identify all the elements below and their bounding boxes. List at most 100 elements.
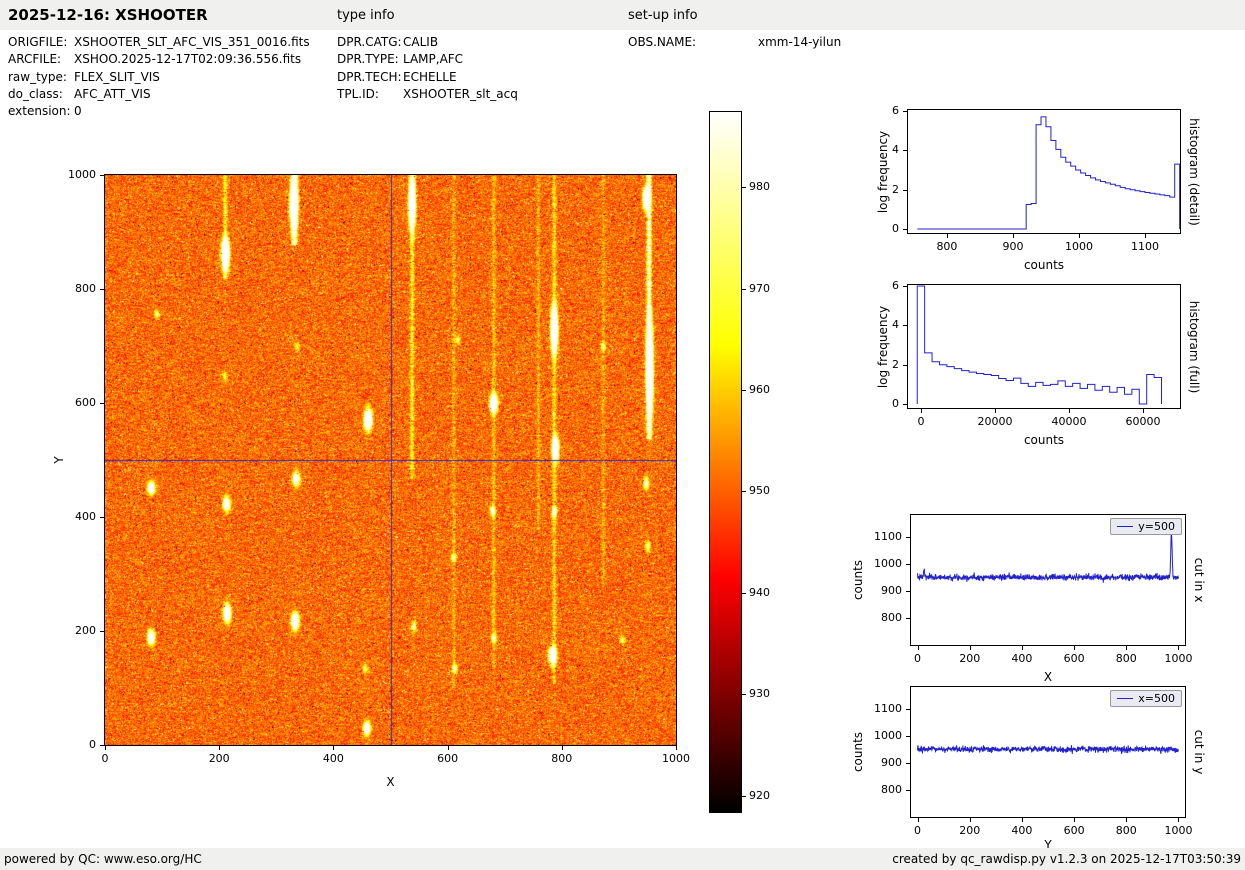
y-tick-mark (903, 365, 907, 366)
colorbar-tick-label: 980 (749, 180, 785, 193)
x-tick-label: 40000 (1039, 415, 1099, 428)
x-tick-mark (1013, 234, 1014, 238)
legend-line-sample (1117, 526, 1133, 527)
data-line-svg (911, 515, 1185, 645)
colorbar-tick-mark (742, 289, 746, 290)
info-label-raw-type: raw_type: (8, 70, 67, 84)
y-tick-mark (100, 289, 104, 290)
cut-in-y-plot: 0200400600800100080090010001100Ycountscu… (0, 0, 1245, 870)
footer-credit-right: created by qc_rawdisp.py v1.2.3 on 2025-… (892, 852, 1241, 866)
x-tick-label: 1000 (1148, 652, 1208, 665)
y-tick-label: 800 (52, 282, 96, 295)
y-tick-mark (906, 736, 910, 737)
cut-in-x-plot: 0200400600800100080090010001100Xcountscu… (0, 0, 1245, 870)
x-tick-mark (1126, 646, 1127, 650)
x-tick-mark (219, 746, 220, 750)
y-tick-label: 1100 (858, 530, 902, 543)
y-tick-mark (903, 111, 907, 112)
y-tick-label: 400 (52, 510, 96, 523)
x-tick-mark (1022, 818, 1023, 822)
x-tick-mark (1074, 646, 1075, 650)
x-axis-label: X (351, 775, 431, 789)
x-tick-mark (1143, 409, 1144, 413)
y-axis-label: Y (52, 456, 66, 463)
plot-frame (907, 284, 1181, 409)
info-value-dpr-tech: ECHELLE (403, 70, 457, 84)
footer-bar: powered by QC: www.eso.org/HC created by… (0, 848, 1245, 870)
info-value-obs-name: xmm-14-yilun (758, 35, 841, 49)
x-tick-mark (1074, 818, 1075, 822)
legend-line-sample (1117, 698, 1133, 699)
x-tick-label: 0 (888, 652, 948, 665)
y-tick-label: 0 (52, 738, 96, 751)
x-tick-mark (1022, 646, 1023, 650)
y-tick-label: 1100 (858, 702, 902, 715)
y-tick-mark (906, 763, 910, 764)
footer-credit-left: powered by QC: www.eso.org/HC (4, 852, 202, 866)
y-tick-mark (100, 403, 104, 404)
type-info-heading: type info (337, 8, 395, 23)
data-line (918, 745, 1179, 754)
info-value-extension: 0 (74, 104, 82, 118)
info-value-dpr-catg: CALIB (403, 35, 438, 49)
x-axis-label: X (1008, 670, 1088, 684)
colorbar-tick-mark (742, 187, 746, 188)
y-tick-mark (100, 517, 104, 518)
x-tick-label: 20000 (965, 415, 1025, 428)
x-tick-label: 0 (891, 415, 951, 428)
x-tick-label: 600 (1044, 824, 1104, 837)
info-label-arcfile: ARCFILE: (8, 52, 61, 66)
y-axis-label: log frequency (876, 130, 890, 212)
y-tick-label: 6 (855, 279, 899, 292)
data-line-svg (911, 687, 1185, 817)
colorbar-tick-mark (742, 593, 746, 594)
y-tick-mark (906, 618, 910, 619)
x-tick-mark (1178, 818, 1179, 822)
x-tick-label: 0 (75, 752, 135, 765)
info-label-dpr-tech: DPR.TECH: (337, 70, 402, 84)
x-tick-label: 600 (418, 752, 478, 765)
x-tick-label: 400 (992, 652, 1052, 665)
detector-image-canvas (105, 175, 676, 745)
x-tick-mark (970, 646, 971, 650)
info-label-obs-name: OBS.NAME: (628, 35, 696, 49)
info-label-extension: extension: (8, 104, 71, 118)
x-tick-mark (918, 818, 919, 822)
data-line-svg (908, 110, 1180, 233)
x-tick-label: 400 (303, 752, 363, 765)
colorbar-tick-label: 950 (749, 484, 785, 497)
x-tick-mark (995, 409, 996, 413)
info-label-do-class: do_class: (8, 87, 63, 101)
right-axis-label: histogram (full) (1187, 300, 1201, 393)
x-tick-label: 1000 (646, 752, 706, 765)
info-value-do-class: AFC_ATT_VIS (74, 87, 151, 101)
info-value-tpl-id: XSHOOTER_slt_acq (403, 87, 518, 101)
y-tick-label: 900 (858, 756, 902, 769)
y-tick-label: 0 (855, 222, 899, 235)
x-axis-label: counts (1004, 258, 1084, 272)
y-tick-label: 4 (855, 143, 899, 156)
x-tick-label: 400 (992, 824, 1052, 837)
histogram-full-plot: 02000040000600000246countslog frequencyh… (0, 0, 1245, 870)
y-tick-mark (903, 286, 907, 287)
y-tick-mark (906, 591, 910, 592)
colorbar-gradient (710, 112, 741, 812)
colorbar-tick-mark (742, 796, 746, 797)
x-axis-label: counts (1004, 433, 1084, 447)
info-value-dpr-type: LAMP,AFC (403, 52, 463, 66)
info-value-arcfile: XSHOO.2025-12-17T02:09:36.556.fits (74, 52, 301, 66)
x-tick-label: 1000 (1049, 240, 1109, 253)
x-tick-mark (562, 746, 563, 750)
right-axis-label: histogram (detail) (1187, 118, 1201, 226)
x-tick-label: 200 (940, 652, 1000, 665)
y-tick-mark (903, 150, 907, 151)
colorbar-tick-label: 930 (749, 687, 785, 700)
y-tick-label: 6 (855, 104, 899, 117)
y-tick-label: 1000 (858, 729, 902, 742)
x-tick-label: 1000 (1148, 824, 1208, 837)
header-bar: 2025-12-16: XSHOOTER type info set-up in… (0, 0, 1245, 30)
x-tick-mark (947, 234, 948, 238)
y-tick-mark (906, 709, 910, 710)
x-tick-mark (448, 746, 449, 750)
x-tick-mark (1079, 234, 1080, 238)
